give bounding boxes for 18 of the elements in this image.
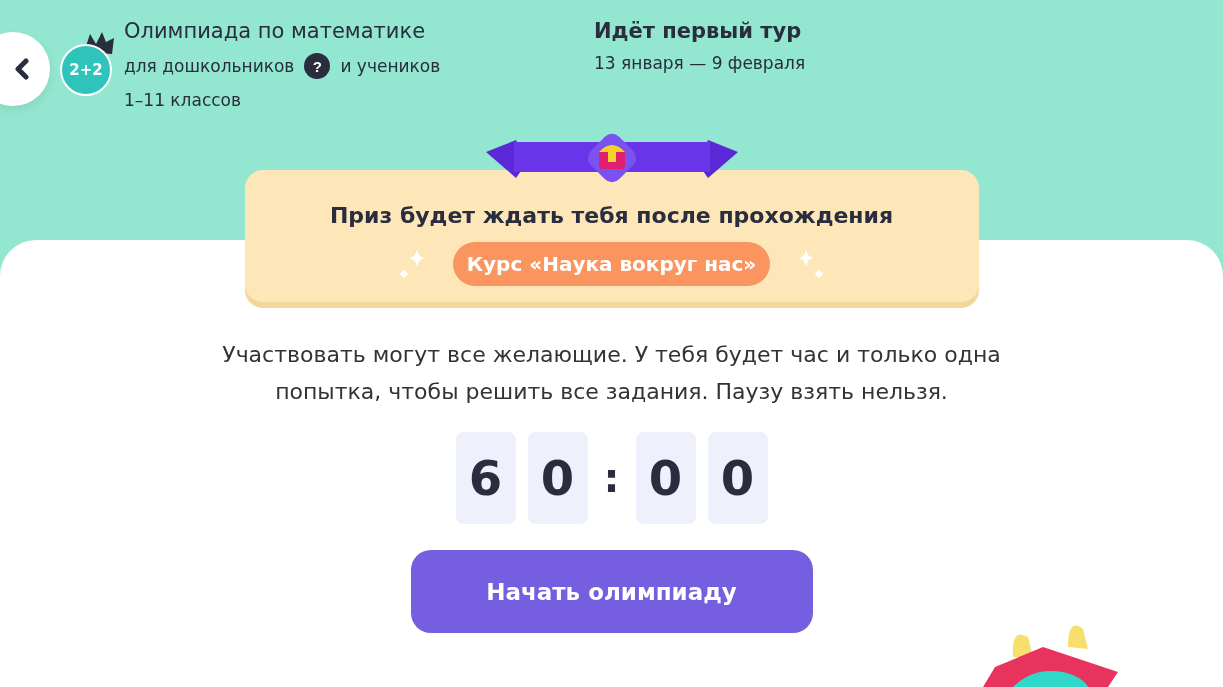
timer-digit: 0	[635, 432, 696, 524]
audience-text: и учеников	[340, 55, 441, 78]
description-text: Участвовать могут все желающие. У тебя будет час и только одна попытка, чтобы решить все задания. Паузу взять нельзя.	[221, 341, 1002, 406]
round-title: Идёт первый тур	[594, 18, 803, 45]
prize-title: Приз будет ждать тебя после прохождения	[329, 202, 894, 230]
course-tag: Курс «Наука вокруг нас»	[452, 242, 771, 286]
olympiad-title: Олимпиада по математике	[124, 18, 427, 45]
logo-badge: 2+2	[60, 44, 112, 96]
timer-digit: 0	[527, 432, 588, 524]
timer-digit: 6	[455, 432, 516, 524]
help-button[interactable]: ?	[304, 53, 331, 79]
round-dates: 13 января — 9 февраля	[594, 52, 806, 75]
timer-digit: 0	[707, 432, 768, 524]
audience-text: для дошкольников	[124, 55, 295, 78]
start-button[interactable]: Начать олимпиаду	[410, 550, 813, 633]
chevron-left-icon	[14, 58, 30, 80]
timer-separator: :	[602, 455, 621, 501]
grades-text: 1–11 классов	[124, 89, 242, 112]
